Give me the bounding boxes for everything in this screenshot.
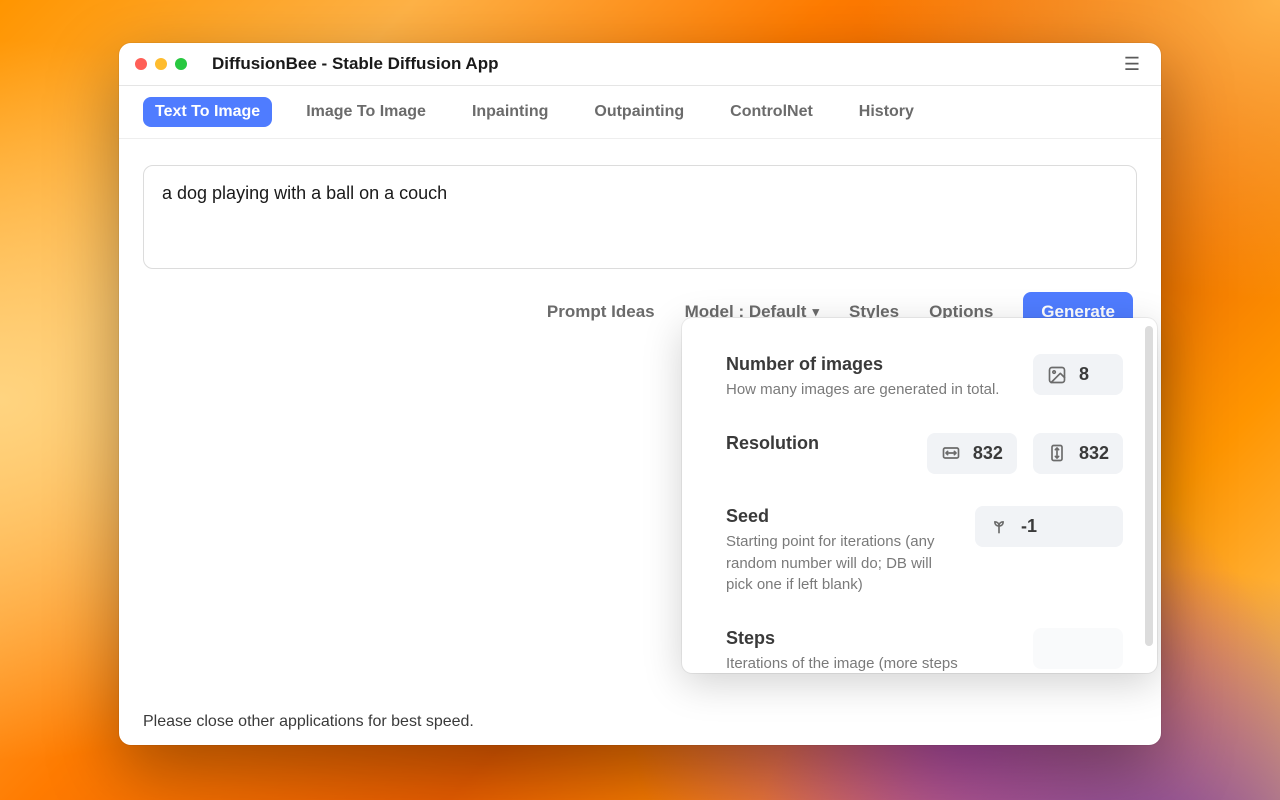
seed-desc: Starting point for iterations (any rando…: [726, 531, 957, 596]
traffic-lights: [135, 58, 187, 70]
resolution-height-field[interactable]: 832: [1033, 433, 1123, 474]
num-images-field[interactable]: 8: [1033, 354, 1123, 395]
num-images-title: Number of images: [726, 354, 1015, 375]
close-window-button[interactable]: [135, 58, 147, 70]
minimize-window-button[interactable]: [155, 58, 167, 70]
resolution-height-value: 832: [1079, 443, 1109, 464]
image-icon: [1047, 365, 1067, 385]
prompt-ideas-label: Prompt Ideas: [547, 302, 655, 322]
num-images-desc: How many images are generated in total.: [726, 379, 1015, 401]
seed-value: -1: [1021, 516, 1037, 537]
steps-title: Steps: [726, 628, 1015, 649]
seed-title: Seed: [726, 506, 957, 527]
option-row-resolution: Resolution 832 832: [726, 433, 1123, 474]
tab-text-to-image[interactable]: Text To Image: [143, 97, 272, 127]
sprout-icon: [989, 516, 1009, 536]
maximize-window-button[interactable]: [175, 58, 187, 70]
steps-value: [1047, 638, 1052, 659]
tab-inpainting[interactable]: Inpainting: [460, 97, 560, 127]
resolution-width-value: 832: [973, 443, 1003, 464]
option-row-steps: Steps Iterations of the image (more step…: [726, 628, 1123, 673]
steps-desc: Iterations of the image (more steps: [726, 653, 1015, 673]
tab-outpainting[interactable]: Outpainting: [582, 97, 696, 127]
menu-button[interactable]: ☰: [1119, 51, 1145, 77]
width-icon: [941, 443, 961, 463]
hamburger-icon: ☰: [1124, 54, 1140, 75]
resolution-title: Resolution: [726, 433, 909, 454]
tab-controlnet[interactable]: ControlNet: [718, 97, 825, 127]
num-images-value: 8: [1079, 364, 1089, 385]
seed-field[interactable]: -1: [975, 506, 1123, 547]
titlebar: DiffusionBee - Stable Diffusion App ☰: [119, 43, 1161, 86]
height-icon: [1047, 443, 1067, 463]
prompt-ideas-button[interactable]: Prompt Ideas: [547, 302, 655, 322]
prompt-input[interactable]: [143, 165, 1137, 269]
tab-history[interactable]: History: [847, 97, 926, 127]
steps-field[interactable]: [1033, 628, 1123, 669]
footer-message: Please close other applications for best…: [143, 713, 474, 731]
options-panel: Number of images How many images are gen…: [682, 318, 1157, 673]
option-row-num-images: Number of images How many images are gen…: [726, 354, 1123, 401]
tab-image-to-image[interactable]: Image To Image: [294, 97, 438, 127]
option-row-seed: Seed Starting point for iterations (any …: [726, 506, 1123, 596]
tabs-bar: Text To Image Image To Image Inpainting …: [119, 86, 1161, 139]
window-title: DiffusionBee - Stable Diffusion App: [212, 54, 498, 74]
resolution-width-field[interactable]: 832: [927, 433, 1017, 474]
